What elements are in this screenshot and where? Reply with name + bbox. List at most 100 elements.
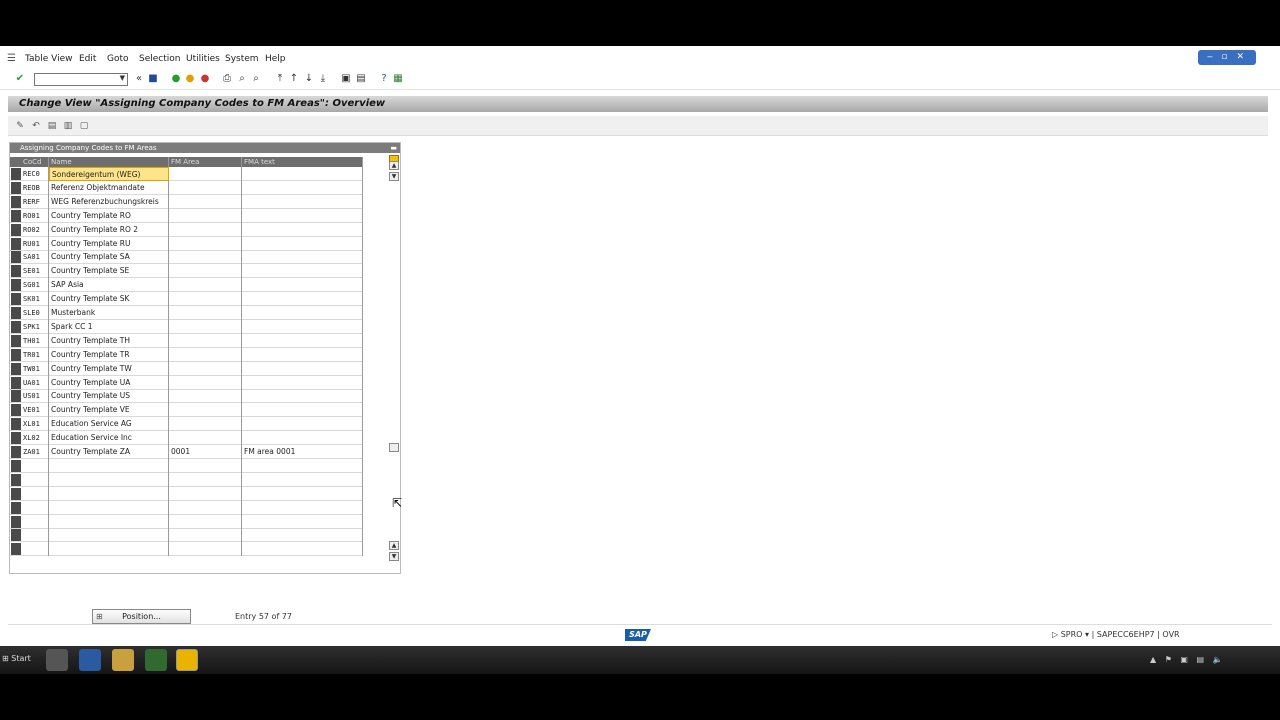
- table-cell-empty[interactable]: [169, 500, 242, 515]
- scroll-down-page-icon[interactable]: ▼: [389, 552, 399, 561]
- row-selector[interactable]: [11, 293, 21, 306]
- column-header-fm-area[interactable]: FM Area: [169, 157, 242, 167]
- cell-fm-area[interactable]: [169, 361, 242, 376]
- table-row[interactable]: SLE0 Musterbank: [10, 306, 363, 320]
- row-selector[interactable]: [11, 237, 21, 250]
- table-row[interactable]: SK01 Country Template SK: [10, 292, 363, 307]
- customize-layout-icon[interactable]: ▦: [392, 73, 404, 85]
- save-icon[interactable]: ■: [147, 73, 159, 85]
- cell-fm-area[interactable]: [169, 264, 242, 279]
- table-row[interactable]: REOB Referenz Objektmandate: [10, 180, 363, 195]
- cell-fm-area[interactable]: [169, 333, 242, 348]
- row-selector[interactable]: [11, 209, 21, 222]
- cell-fm-area[interactable]: [169, 347, 242, 362]
- table-cell-empty[interactable]: [169, 514, 242, 529]
- row-selector[interactable]: [11, 334, 21, 347]
- chevron-down-icon[interactable]: ▼: [120, 74, 125, 82]
- cell-fm-area[interactable]: [169, 389, 242, 404]
- row-selector[interactable]: [11, 487, 21, 500]
- menu-selection[interactable]: Selection: [139, 54, 180, 64]
- system-menu-icon[interactable]: ☰: [7, 53, 16, 64]
- row-selector[interactable]: [11, 432, 21, 445]
- row-selector[interactable]: [11, 459, 21, 472]
- table-cell-empty[interactable]: [169, 472, 242, 487]
- row-selector[interactable]: [11, 223, 21, 236]
- table-row[interactable]: RU01 Country Template RU: [10, 236, 363, 251]
- scroll-down-icon[interactable]: ▲: [389, 541, 399, 550]
- table-row-empty[interactable]: [10, 472, 363, 487]
- minimize-icon[interactable]: ▬: [390, 143, 397, 153]
- row-selector[interactable]: [11, 251, 21, 264]
- menu-help[interactable]: Help: [265, 54, 286, 64]
- cell-fm-area[interactable]: [169, 431, 242, 446]
- table-row[interactable]: ZA01 Country Template ZA 0001 FM area 0001: [10, 445, 363, 459]
- first-page-icon[interactable]: ⤒: [274, 73, 286, 85]
- menu-system[interactable]: System: [225, 54, 259, 64]
- scroll-thumb[interactable]: [389, 443, 399, 452]
- cell-fm-area[interactable]: [169, 222, 242, 237]
- table-row[interactable]: SG01 SAP Asia: [10, 278, 363, 293]
- table-row[interactable]: SA01 Country Template SA: [10, 250, 363, 265]
- cell-fm-area[interactable]: [169, 250, 242, 265]
- table-row-empty[interactable]: [10, 500, 363, 515]
- table-row-empty[interactable]: [10, 514, 363, 529]
- system-tray[interactable]: ▲ ⚑ ▣ ▤ 🔈: [1150, 655, 1226, 664]
- row-selector[interactable]: [11, 181, 21, 194]
- table-row[interactable]: TW01 Country Template TW: [10, 361, 363, 376]
- table-row[interactable]: REC0 Sondereigentum (WEG): [10, 167, 363, 181]
- display-change-icon[interactable]: ✎: [14, 120, 26, 132]
- scroll-up-icon[interactable]: ▼: [389, 172, 399, 181]
- cell-fm-area[interactable]: [169, 278, 242, 293]
- column-header-cocd[interactable]: CoCd: [21, 157, 49, 167]
- table-row[interactable]: XL01 Education Service AG: [10, 417, 363, 432]
- row-selector[interactable]: [11, 529, 21, 542]
- cell-fm-area[interactable]: [169, 292, 242, 307]
- select-block-icon[interactable]: ▥: [62, 120, 74, 132]
- row-selector[interactable]: [11, 348, 21, 361]
- find-icon[interactable]: ⌕: [236, 73, 248, 85]
- table-row-empty[interactable]: [10, 486, 363, 501]
- row-selector[interactable]: [11, 265, 21, 278]
- row-selector[interactable]: [11, 376, 21, 389]
- table-cell-empty[interactable]: [169, 486, 242, 501]
- taskbar-app-powershell-icon[interactable]: [79, 649, 101, 671]
- table-row[interactable]: UA01 Country Template UA: [10, 375, 363, 390]
- table-row[interactable]: RERF WEG Referenzbuchungskreis: [10, 194, 363, 209]
- taskbar-app-server-icon[interactable]: [46, 649, 68, 671]
- window-controls[interactable]: ‒ ▫ ✕: [1198, 50, 1256, 65]
- table-cell-empty[interactable]: [169, 528, 242, 543]
- cell-fm-area[interactable]: [169, 306, 242, 320]
- deselect-all-icon[interactable]: ▢: [78, 120, 90, 132]
- enter-icon[interactable]: ✔: [14, 73, 26, 85]
- table-row[interactable]: SPK1 Spark CC 1: [10, 319, 363, 334]
- table-row[interactable]: XL02 Education Service Inc: [10, 431, 363, 446]
- table-row[interactable]: VE01 Country Template VE: [10, 403, 363, 418]
- cell-fm-area[interactable]: [169, 167, 242, 181]
- row-selector[interactable]: [11, 279, 21, 292]
- menu-utilities[interactable]: Utilities: [186, 54, 220, 64]
- back-icon[interactable]: ●: [170, 73, 182, 85]
- row-selector[interactable]: [11, 418, 21, 431]
- row-selector[interactable]: [11, 446, 21, 458]
- taskbar-app-terminal-icon[interactable]: [145, 649, 167, 671]
- taskbar-app-sap-logon-icon[interactable]: [176, 649, 198, 671]
- row-selector[interactable]: [11, 390, 21, 403]
- column-header-fma-text[interactable]: FMA text: [242, 157, 363, 167]
- command-field[interactable]: ▼: [34, 73, 128, 86]
- cell-fm-area[interactable]: [169, 194, 242, 209]
- row-selector[interactable]: [11, 320, 21, 333]
- select-all-icon[interactable]: ▤: [46, 120, 58, 132]
- table-row-empty[interactable]: [10, 542, 363, 557]
- shortcut-icon[interactable]: ▤: [355, 73, 367, 85]
- cell-fm-area[interactable]: [169, 403, 242, 418]
- help-icon[interactable]: ?: [378, 73, 390, 85]
- collapse-icon[interactable]: «: [133, 73, 145, 85]
- row-selector[interactable]: [11, 362, 21, 375]
- table-row[interactable]: TR01 Country Template TR: [10, 347, 363, 362]
- position-button[interactable]: ⊞ Position...: [92, 609, 191, 624]
- row-selector[interactable]: [11, 307, 21, 319]
- table-row[interactable]: RO02 Country Template RO 2: [10, 222, 363, 237]
- menu-goto[interactable]: Goto: [107, 54, 129, 64]
- cell-fm-area[interactable]: [169, 375, 242, 390]
- table-row[interactable]: SE01 Country Template SE: [10, 264, 363, 279]
